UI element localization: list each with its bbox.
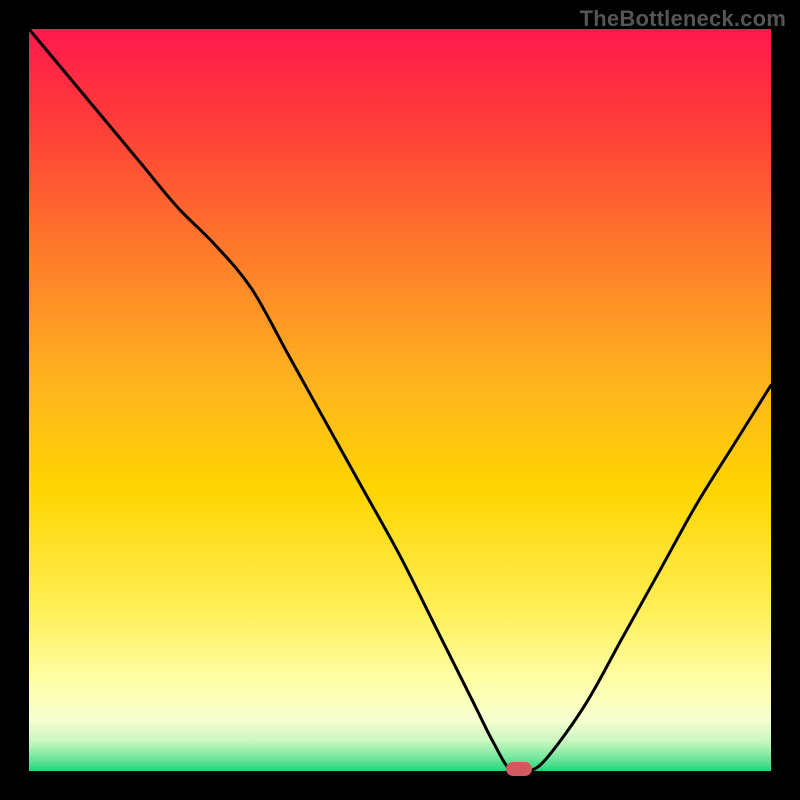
chart-frame: TheBottleneck.com <box>0 0 800 800</box>
gradient-background <box>29 29 771 771</box>
optimal-marker <box>506 762 532 776</box>
plot-area <box>29 29 771 771</box>
watermark-text: TheBottleneck.com <box>580 6 786 32</box>
chart-svg <box>29 29 771 771</box>
